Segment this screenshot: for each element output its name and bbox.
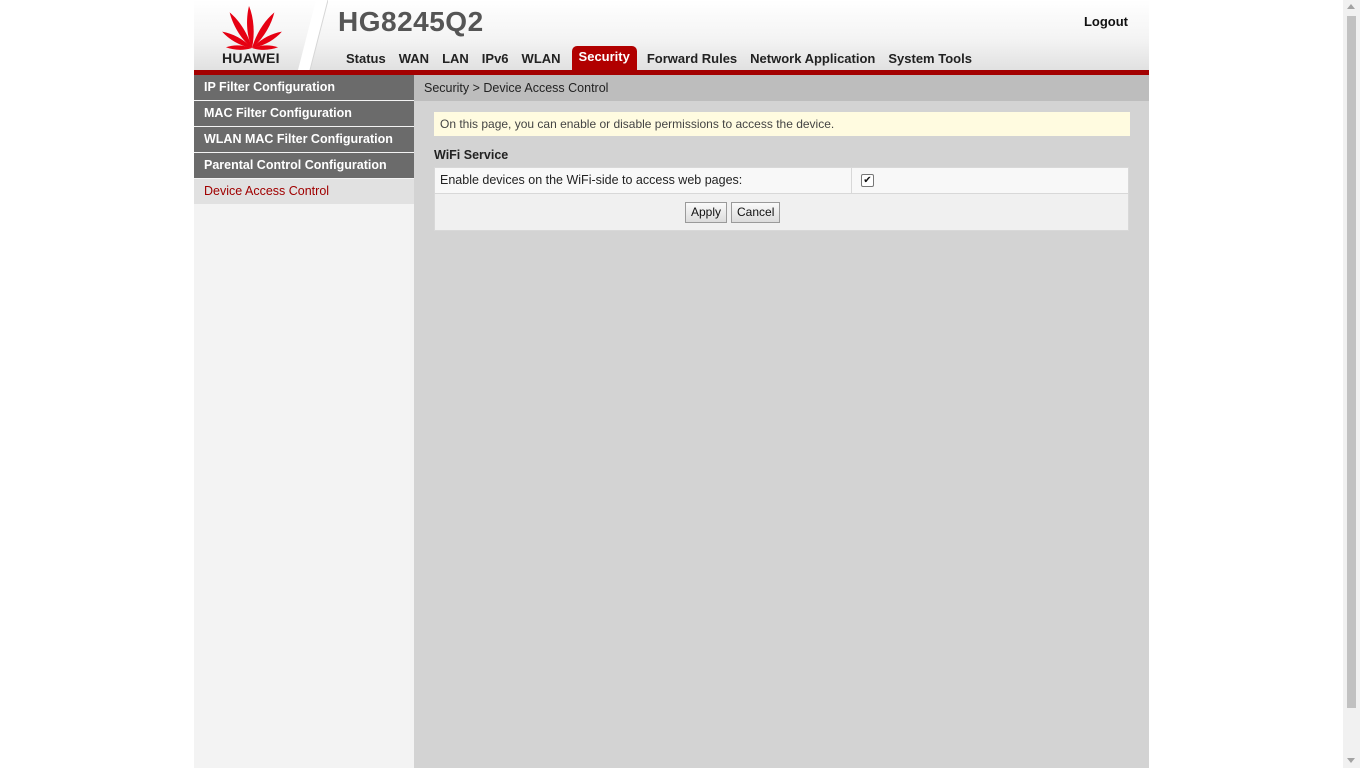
scroll-thumb[interactable] [1347, 16, 1356, 708]
tab-wlan[interactable]: WLAN [516, 48, 567, 70]
product-title: HG8245Q2 [338, 6, 484, 37]
logo-text: HUAWEI [222, 50, 280, 66]
wifi-service-form: Enable devices on the WiFi-side to acces… [434, 167, 1129, 231]
sidebar-item-ip-filter[interactable]: IP Filter Configuration [194, 75, 414, 101]
form-row: Enable devices on the WiFi-side to acces… [435, 168, 1128, 194]
scroll-up-arrow-icon[interactable] [1347, 4, 1355, 9]
form-divider [851, 168, 852, 193]
sidebar-item-wlan-mac-filter[interactable]: WLAN MAC Filter Configuration [194, 127, 414, 153]
tab-forward-rules[interactable]: Forward Rules [641, 48, 743, 70]
main-content: Security > Device Access Control On this… [414, 75, 1149, 768]
header-divider [298, 0, 328, 70]
section-title: WiFi Service [434, 148, 509, 162]
sidebar: IP Filter Configuration MAC Filter Confi… [194, 75, 414, 768]
tab-ipv6[interactable]: IPv6 [476, 48, 515, 70]
cancel-button[interactable]: Cancel [731, 202, 781, 223]
breadcrumb: Security > Device Access Control [414, 75, 1149, 101]
wifi-web-access-label: Enable devices on the WiFi-side to acces… [440, 173, 743, 187]
tab-network-application[interactable]: Network Application [744, 48, 881, 70]
page-notice: On this page, you can enable or disable … [434, 112, 1130, 136]
scroll-down-arrow-icon[interactable] [1347, 758, 1355, 763]
tab-wan[interactable]: WAN [393, 48, 435, 70]
logout-link[interactable]: Logout [1084, 14, 1128, 29]
sidebar-item-device-access-control[interactable]: Device Access Control [194, 179, 414, 205]
sidebar-item-parental-control[interactable]: Parental Control Configuration [194, 153, 414, 179]
huawei-flower-icon [222, 6, 282, 50]
tab-security[interactable]: Security [571, 46, 637, 70]
router-page: HUAWEI HG8245Q2 Logout Status WAN LAN IP… [194, 0, 1149, 768]
wifi-web-access-checkbox[interactable]: ✔ [861, 174, 874, 187]
top-nav: Status WAN LAN IPv6 WLAN Security Forwar… [340, 46, 979, 70]
tab-status[interactable]: Status [340, 48, 392, 70]
header: HUAWEI HG8245Q2 Logout Status WAN LAN IP… [194, 0, 1149, 70]
tab-system-tools[interactable]: System Tools [882, 48, 978, 70]
tab-lan[interactable]: LAN [436, 48, 475, 70]
huawei-logo: HUAWEI [194, 0, 312, 70]
sidebar-item-mac-filter[interactable]: MAC Filter Configuration [194, 101, 414, 127]
apply-button[interactable]: Apply [685, 202, 728, 223]
page-scrollbar[interactable] [1343, 0, 1360, 768]
